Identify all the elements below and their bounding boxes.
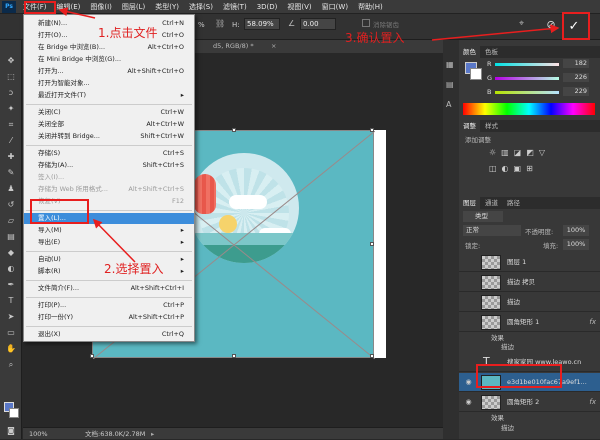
annotation-arrows [58, 7, 560, 263]
